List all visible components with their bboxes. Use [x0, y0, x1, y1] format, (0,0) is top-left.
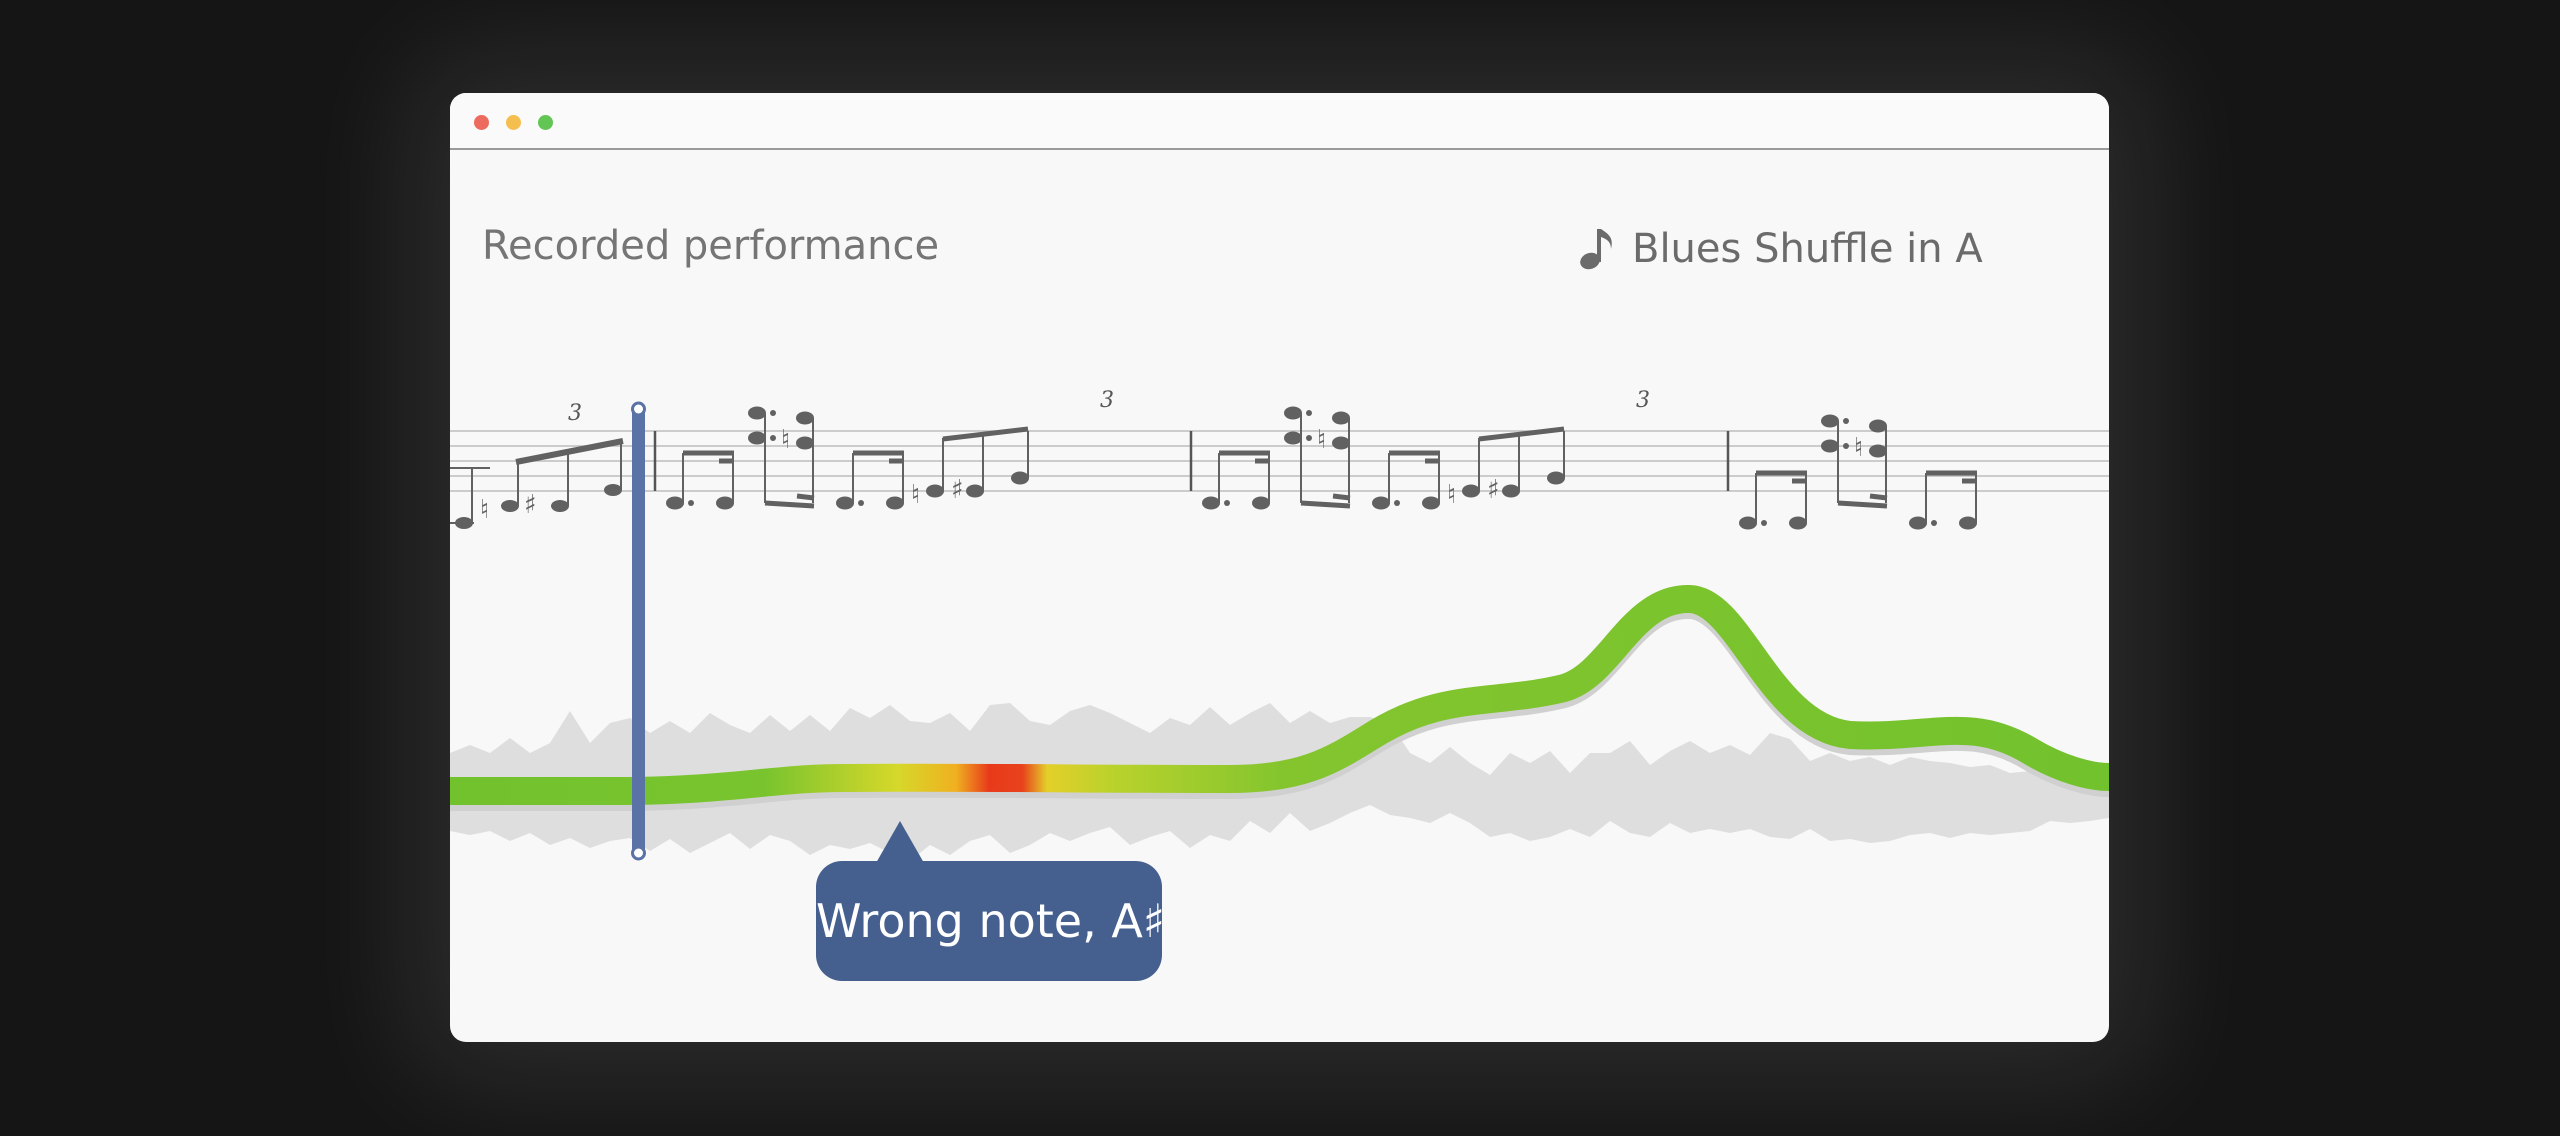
app-window: Recorded performance Blues Shuffle in A — [450, 93, 2109, 1042]
note-head — [1821, 439, 1839, 453]
note-head — [836, 496, 854, 510]
note-head — [1284, 406, 1302, 420]
note-head — [1547, 471, 1565, 485]
note-head — [1011, 471, 1029, 485]
note-head — [1909, 516, 1927, 530]
svg-text:♮: ♮ — [911, 480, 920, 510]
note-head — [748, 431, 766, 445]
svg-text:♮: ♮ — [1447, 480, 1456, 510]
svg-text:♮: ♮ — [1854, 433, 1863, 463]
note-head — [796, 436, 814, 450]
note-head — [1372, 496, 1390, 510]
performance-view: 3 3 3 ♮ ♯ ♮ ♮ ♯ ♮ ♮ ♯ ♮ — [450, 388, 2109, 861]
note-head — [796, 411, 814, 425]
svg-text:♮: ♮ — [480, 495, 489, 525]
svg-text:♮: ♮ — [1317, 425, 1326, 455]
note-head — [716, 496, 734, 510]
tooltip-pointer — [876, 821, 924, 863]
triplet-mark: 3 — [1100, 388, 1114, 413]
triplet-mark: 3 — [568, 401, 582, 426]
note-head — [1422, 496, 1440, 510]
note-head — [1789, 516, 1807, 530]
note-head — [886, 496, 904, 510]
note-head — [1332, 411, 1350, 425]
note-head — [1869, 419, 1887, 433]
note-head — [1821, 414, 1839, 428]
tooltip-text: Wrong note, A♯ — [816, 894, 1166, 948]
note-head — [1252, 496, 1270, 510]
svg-text:♯: ♯ — [951, 475, 964, 505]
sheet-music-notes: ♮ ♯ ♮ ♮ ♯ ♮ ♮ ♯ ♮ — [450, 406, 1977, 530]
svg-text:♯: ♯ — [524, 490, 537, 520]
wrong-note-tooltip: Wrong note, A♯ — [816, 821, 1166, 981]
note-head — [1332, 436, 1350, 450]
svg-text:♯: ♯ — [1487, 475, 1500, 505]
note-head — [1739, 516, 1757, 530]
note-head — [926, 484, 944, 498]
note-head — [1959, 516, 1977, 530]
note-head — [1284, 431, 1302, 445]
note-head — [748, 406, 766, 420]
playhead[interactable] — [631, 401, 646, 861]
svg-text:♮: ♮ — [781, 425, 790, 455]
note-head — [1502, 484, 1520, 498]
note-head — [966, 484, 984, 498]
note-head — [1869, 444, 1887, 458]
triplet-mark: 3 — [1636, 388, 1650, 413]
note-head — [1462, 484, 1480, 498]
note-head — [1202, 496, 1220, 510]
note-head — [666, 496, 684, 510]
